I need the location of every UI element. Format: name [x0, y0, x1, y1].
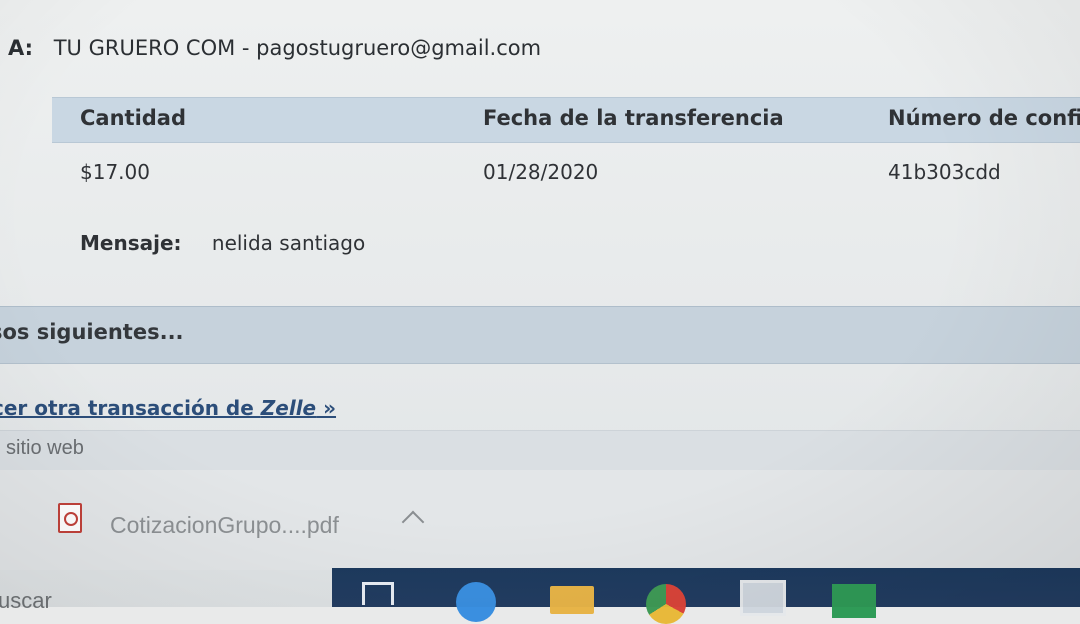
chrome-icon[interactable] — [646, 584, 686, 624]
cell-confirmation: 41b303cdd — [888, 160, 1001, 184]
website-band — [0, 430, 1080, 471]
message-label: Mensaje: — [80, 231, 182, 255]
recipient-line: A: TU GRUERO COM - pagostugruero@gmail.c… — [8, 36, 541, 60]
taskbar-search[interactable]: uscar — [0, 588, 52, 614]
next-steps-heading: sos siguientes... — [0, 320, 184, 344]
edge-icon[interactable] — [456, 582, 496, 622]
pdf-icon[interactable] — [58, 503, 82, 533]
taskbar — [332, 568, 1080, 607]
recipient-label: A: — [8, 36, 34, 60]
excel-icon[interactable] — [832, 584, 876, 618]
column-header-confirmation: Número de confi — [888, 106, 1080, 130]
column-header-date: Fecha de la transferencia — [483, 106, 784, 130]
cell-date: 01/28/2020 — [483, 160, 599, 184]
task-view-icon[interactable] — [362, 582, 394, 605]
zelle-link-suffix: » — [316, 396, 337, 420]
download-filename[interactable]: CotizacionGrupo....pdf — [110, 512, 339, 539]
website-link[interactable]: l sitio web — [0, 437, 84, 460]
recipient-value: TU GRUERO COM - pagostugruero@gmail.com — [53, 36, 542, 60]
zelle-link-prefix: cer otra transacción de — [0, 396, 261, 420]
message-row: Mensaje: nelida santiago — [80, 231, 365, 255]
app-icon[interactable] — [740, 580, 786, 616]
message-value: nelida santiago — [211, 231, 366, 255]
column-header-amount: Cantidad — [80, 106, 187, 130]
file-explorer-icon[interactable] — [550, 586, 594, 614]
zelle-brand: Zelle — [260, 396, 317, 420]
cell-amount: $17.00 — [80, 160, 150, 184]
page: A: TU GRUERO COM - pagostugruero@gmail.c… — [0, 0, 1080, 624]
another-zelle-transaction-link[interactable]: cer otra transacción de Zelle » — [0, 396, 336, 420]
